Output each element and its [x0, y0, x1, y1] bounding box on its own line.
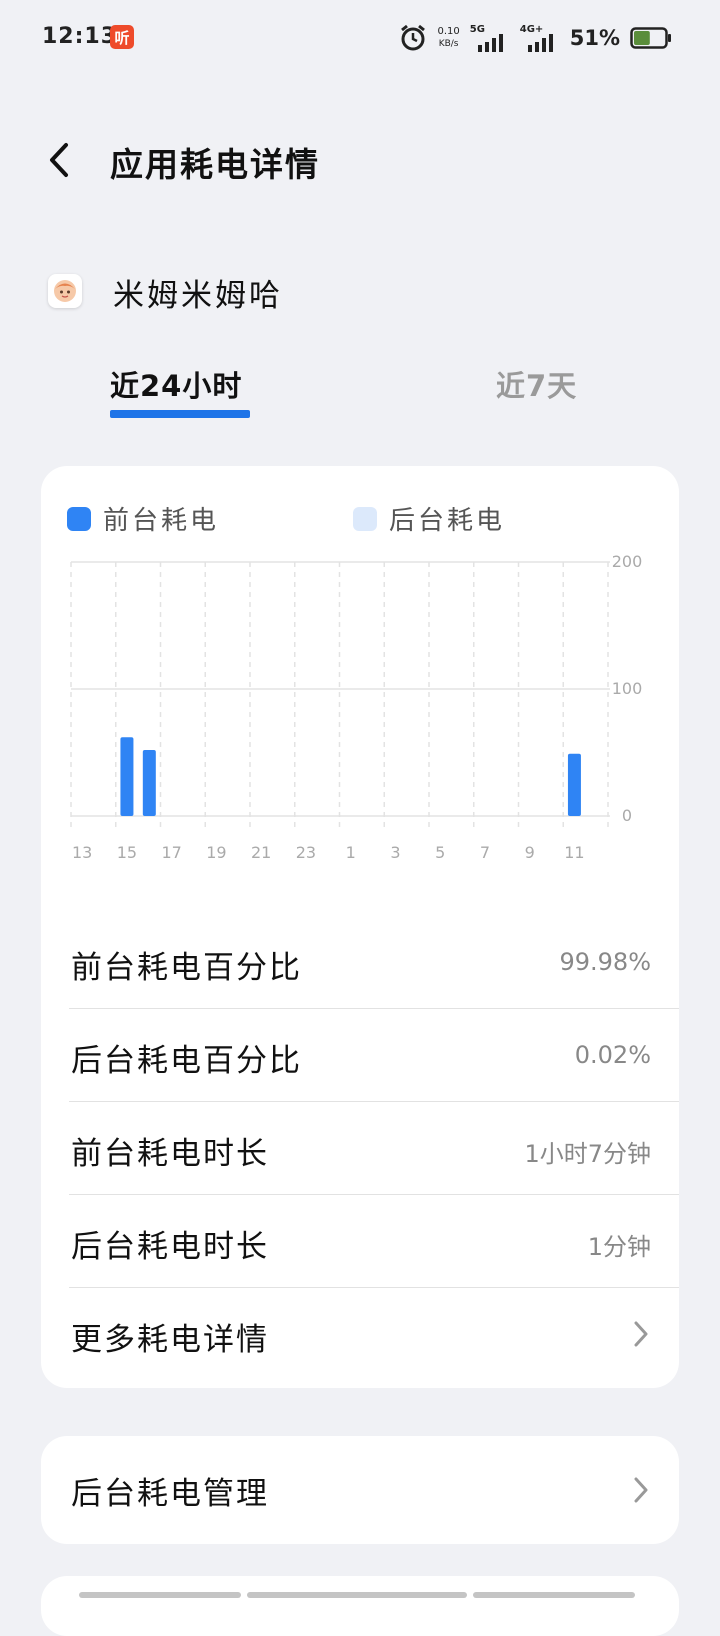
- stat-label: 后台耗电时长: [71, 1229, 269, 1265]
- stat-row-foreground-percent: 前台耗电百分比 99.98%: [69, 916, 679, 1009]
- chart-x-tick-label: 5: [435, 843, 445, 862]
- time-range-tabs: 近24小时 近7天: [0, 355, 720, 425]
- chart-x-tick-label: 19: [206, 843, 226, 862]
- stat-row-background-percent: 后台耗电百分比 0.02%: [69, 1009, 679, 1102]
- signal-4g-icon: [527, 34, 553, 52]
- chart-x-tick-label: 15: [117, 843, 137, 862]
- net-speed-unit: KB/s: [438, 39, 459, 49]
- partial-card: [41, 1576, 679, 1636]
- status-time: 12:13: [42, 24, 118, 49]
- more-details-row[interactable]: 更多耗电详情: [69, 1288, 679, 1380]
- background-manage-card[interactable]: 后台耗电管理: [41, 1436, 679, 1544]
- chart-x-tick-label: 9: [525, 843, 535, 862]
- chart-bar-foreground: [142, 749, 156, 816]
- scroll-hint-bar: [79, 1592, 241, 1598]
- chart-x-tick-label: 1: [346, 843, 356, 862]
- chart-y-tick-label: 0: [622, 806, 632, 825]
- chart-y-tick-label: 200: [612, 552, 643, 571]
- stat-label: 前台耗电时长: [71, 1136, 269, 1172]
- app-name: 米姆米姆哈: [113, 278, 283, 314]
- net-speed: 0.10 KB/s: [437, 26, 459, 50]
- chart-y-tick-label: 100: [612, 679, 643, 698]
- scroll-hint-bar: [247, 1592, 467, 1598]
- alarm-icon: [401, 24, 426, 51]
- chart-x-tick-label: 13: [72, 843, 92, 862]
- power-usage-chart: 200100013 15 17 19 21 23 1 3 5 7 9 11: [70, 552, 643, 862]
- signal-5g-icon: [477, 34, 503, 52]
- stat-row-background-duration: 后台耗电时长 1分钟: [69, 1195, 679, 1288]
- chart-x-tick-label: 21: [251, 843, 271, 862]
- tab-24-hours[interactable]: 近24小时: [110, 363, 242, 405]
- chart-x-tick-label: 23: [296, 843, 316, 862]
- active-tab-indicator: [110, 410, 250, 418]
- listen-app-icon: 听: [110, 25, 134, 49]
- chart-x-tick-label: 17: [162, 843, 182, 862]
- stat-value: 99.98%: [559, 948, 651, 976]
- stat-value: 0.02%: [574, 1041, 651, 1069]
- battery-percent: 51%: [569, 26, 620, 50]
- background-manage-label: 后台耗电管理: [71, 1476, 269, 1512]
- chevron-right-icon: [634, 1477, 648, 1503]
- more-details-label: 更多耗电详情: [71, 1322, 269, 1358]
- chart-x-tick-label: 11: [564, 843, 584, 862]
- chart-x-tick-label: 7: [480, 843, 490, 862]
- net-speed-value: 0.10: [437, 26, 460, 37]
- scroll-hint-bar: [473, 1592, 635, 1598]
- stats-list: 前台耗电百分比 99.98% 后台耗电百分比 0.02% 前台耗电时长 1小时7…: [69, 916, 679, 1380]
- back-arrow-icon[interactable]: [44, 140, 76, 180]
- tab-7-days[interactable]: 近7天: [496, 363, 577, 405]
- power-usage-card: 前台耗电 后台耗电 200 100 0 13 15 17 19 21 23 1 3 5 7 9 11 前台耗…: [41, 466, 679, 1388]
- stat-row-foreground-duration: 前台耗电时长 1小时7分钟: [69, 1102, 679, 1195]
- chart-x-tick-label: 3: [390, 843, 400, 862]
- chart-bar-foreground: [120, 737, 134, 816]
- status-right: 0.10 KB/s 5G 4G+ 51%: [389, 22, 672, 54]
- battery-icon: [630, 27, 671, 49]
- stat-value: 1小时7分钟: [524, 1140, 651, 1168]
- stat-label: 后台耗电百分比: [71, 1043, 302, 1079]
- stat-label: 前台耗电百分比: [71, 950, 302, 986]
- page-header: 应用耗电详情: [0, 120, 720, 200]
- app-info-row: 米姆米姆哈: [0, 260, 720, 320]
- app-avatar-icon: [48, 274, 82, 308]
- status-bar: 12:13 听 0.10 KB/s 5G 4G+ 51%: [0, 0, 720, 76]
- signal-5g: 5G: [470, 24, 510, 52]
- signal-4g: 4G+: [520, 24, 560, 52]
- stat-value: 1分钟: [587, 1233, 651, 1261]
- chevron-right-icon: [634, 1321, 648, 1347]
- chart-bar-foreground: [567, 753, 581, 816]
- page-title: 应用耗电详情: [110, 145, 320, 184]
